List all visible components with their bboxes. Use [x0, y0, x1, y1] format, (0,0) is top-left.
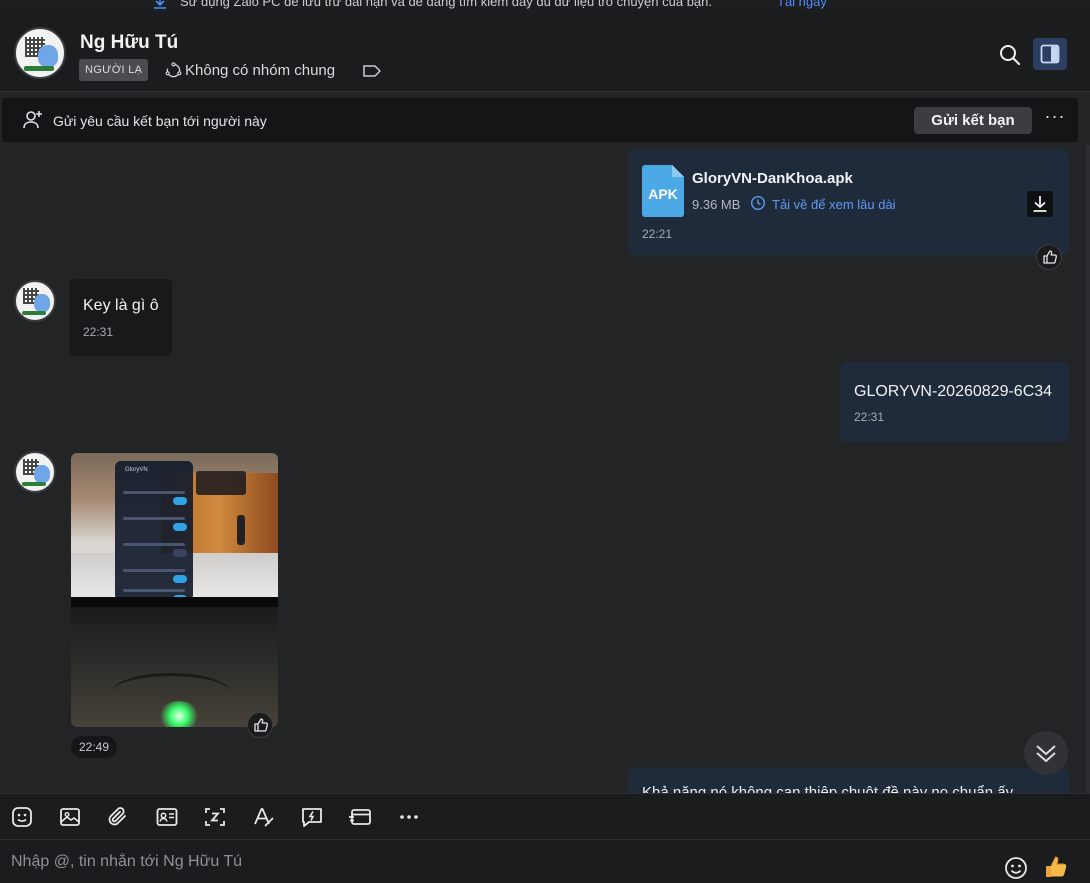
add-friend-icon [23, 111, 42, 129]
more-tools-icon[interactable] [397, 805, 421, 829]
payment-card-icon[interactable] [348, 805, 372, 829]
file-message[interactable]: APK GloryVN-DanKhoa.apk 9.36 MB Tải về đ… [628, 149, 1069, 255]
search-icon[interactable] [999, 44, 1021, 66]
incoming-text-message[interactable]: Key là gì ô 22:31 [69, 279, 172, 356]
scroll-to-bottom-button[interactable] [1024, 731, 1068, 775]
contact-avatar[interactable] [14, 27, 66, 79]
emoji-icon[interactable] [1004, 856, 1028, 880]
message-text: Key là gì ô [83, 297, 159, 314]
thumbs-up-icon [1043, 250, 1057, 264]
sticker-icon[interactable] [10, 805, 34, 829]
tag-label-icon[interactable] [362, 63, 382, 79]
message-composer [0, 839, 1090, 883]
download-file-button[interactable] [1027, 191, 1053, 217]
more-options-button[interactable]: ··· [1042, 107, 1068, 132]
contact-card-icon[interactable] [155, 805, 179, 829]
image-icon[interactable] [58, 805, 82, 829]
screenshot-icon[interactable] [203, 805, 227, 829]
sender-avatar[interactable] [14, 280, 56, 322]
download-icon [1033, 196, 1047, 212]
contact-name[interactable]: Ng Hữu Tú [80, 32, 178, 54]
image-message[interactable]: GloryVN [71, 453, 278, 727]
file-size: 9.36 MB [692, 197, 741, 212]
react-like-button[interactable] [1036, 244, 1062, 270]
react-like-button[interactable] [247, 712, 273, 738]
send-friend-request-button[interactable]: Gửi kết bạn [914, 107, 1032, 134]
common-group-icon [165, 62, 182, 78]
banner-text: Sử dụng Zalo PC để lưu trữ dài hạn và dễ… [180, 0, 713, 9]
message-time: 22:31 [854, 410, 885, 424]
thumbs-up-icon [254, 718, 268, 732]
message-time: 22:21 [642, 227, 673, 241]
friend-request-text: Gửi yêu cầu kết bạn tới người này [53, 113, 267, 129]
download-banner-icon [154, 0, 166, 9]
text-format-icon[interactable] [252, 805, 276, 829]
attachment-icon[interactable] [106, 805, 130, 829]
banner-download-link[interactable]: Tải ngay [777, 0, 827, 9]
clock-icon [750, 195, 766, 211]
chat-scrollbar[interactable] [1086, 145, 1090, 793]
chat-header: Ng Hữu Tú NGƯỜI LẠ Không có nhóm chung [0, 12, 1090, 92]
conversation-info-toggle-button[interactable] [1033, 38, 1067, 70]
sender-avatar[interactable] [14, 451, 56, 493]
file-name[interactable]: GloryVN-DanKhoa.apk [692, 170, 853, 187]
stranger-badge: NGƯỜI LẠ [79, 59, 149, 81]
image-time: 22:49 [71, 736, 117, 758]
side-panel-icon [1040, 44, 1060, 64]
file-keep-notice: Tải về để xem lâu dài [772, 197, 896, 212]
cheat-menu-overlay: GloryVN [115, 461, 193, 603]
common-groups-text[interactable]: Không có nhóm chung [185, 62, 335, 79]
outgoing-text-message[interactable]: GLORYVN-20260829-6C34 22:31 [840, 362, 1069, 442]
apk-file-icon: APK [642, 165, 684, 217]
composer-toolbar [0, 793, 1090, 839]
friend-request-bar: Gửi yêu cầu kết bạn tới người này Gửi kế… [2, 98, 1078, 142]
double-chevron-down-icon [1036, 745, 1056, 763]
top-banner: Sử dụng Zalo PC để lưu trữ dài hạn và dễ… [0, 0, 1090, 12]
message-input[interactable] [0, 840, 990, 883]
message-text: GLORYVN-20260829-6C34 [854, 383, 1053, 400]
quick-message-icon[interactable] [300, 805, 324, 829]
message-time: 22:31 [83, 325, 114, 339]
quick-like-icon[interactable] [1043, 854, 1069, 880]
